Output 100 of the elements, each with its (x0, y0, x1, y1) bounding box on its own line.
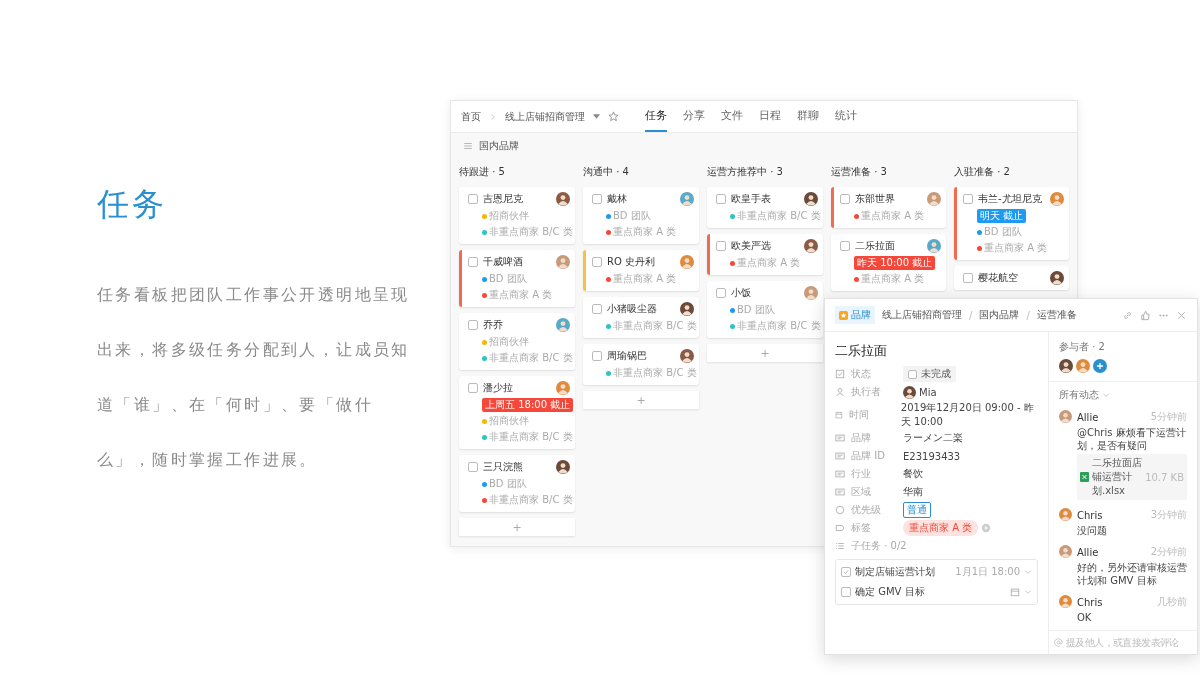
deadline-badge: 上周五 18:00 截止 (482, 398, 574, 412)
task-card[interactable]: 二乐拉面 昨天 10:00 截止 重点商家 A 类 (831, 234, 946, 291)
field-value: 餐饮 (903, 467, 923, 481)
column-title: 沟通中 · 4 (583, 165, 630, 179)
task-title: 小猪吸尘器 (607, 302, 658, 316)
add-participant-button[interactable] (1093, 359, 1107, 373)
card-icon (835, 451, 845, 461)
column-title: 待跟进 · 5 (459, 165, 506, 179)
task-title: 樱花航空 (978, 271, 1019, 285)
task-checkbox[interactable] (716, 194, 726, 204)
task-card[interactable]: 吉恩尼克 招商伙伴 非重点商家 B/C 类 (459, 187, 575, 244)
path-link[interactable]: 线上店铺招商管理 (882, 308, 962, 322)
subtask-checkbox[interactable] (841, 587, 851, 597)
tab[interactable]: 文件 (721, 101, 743, 132)
task-card[interactable]: 韦兰-尤坦尼克 明天 截止 BD 团队 重点商家 A 类 (954, 187, 1069, 260)
task-card[interactable]: 樱花航空 (954, 266, 1069, 290)
task-card[interactable]: RO 史丹利 重点商家 A 类 (583, 250, 699, 291)
avatar-icon (1059, 359, 1073, 373)
tab[interactable]: 日程 (759, 101, 781, 132)
task-checkbox[interactable] (592, 304, 602, 314)
avatar-icon (927, 192, 941, 206)
task-card[interactable]: 潘少拉 上周五 18:00 截止 招商伙伴 非重点商家 B/C 类 (459, 376, 575, 449)
task-card[interactable]: 戴林 BD 团队 重点商家 A 类 (583, 187, 699, 244)
task-tag: 招商伙伴 (482, 414, 529, 428)
task-card[interactable]: 欧美严选 重点商家 A 类 (707, 234, 823, 275)
task-checkbox[interactable] (716, 288, 726, 298)
task-tag: 重点商家 A 类 (977, 241, 1048, 255)
task-title: 东部世界 (855, 192, 896, 206)
field-label: 行业 (851, 467, 872, 481)
category-badge: 品牌 (835, 306, 875, 324)
task-checkbox[interactable] (592, 194, 602, 204)
tab[interactable]: 群聊 (797, 101, 819, 132)
avatar-icon (1059, 508, 1072, 521)
column-title: 运营准备 · 3 (831, 165, 888, 179)
tag-pill: 重点商家 A 类 (903, 520, 979, 536)
mention-icon (1054, 638, 1063, 647)
task-card[interactable]: 乔乔 招商伙伴 非重点商家 B/C 类 (459, 313, 575, 370)
task-card[interactable]: 三只浣熊 BD 团队 非重点商家 B/C 类 (459, 455, 575, 512)
task-checkbox[interactable] (468, 462, 478, 472)
task-card[interactable]: 东部世界 重点商家 A 类 (831, 187, 946, 228)
task-checkbox[interactable] (840, 194, 850, 204)
subtask-checkbox[interactable] (841, 567, 851, 577)
add-icon (981, 523, 992, 533)
task-checkbox[interactable] (468, 257, 478, 267)
avatar-icon (556, 318, 570, 332)
comment-text: @Chris 麻烦看下运营计划，是否有疑问 (1077, 426, 1187, 452)
task-title: 周瑜锅巴 (607, 349, 648, 363)
task-card[interactable]: 周瑜锅巴 非重点商家 B/C 类 (583, 344, 699, 385)
comment-text: 好的，另外还请审核运营计划和 GMV 目标 (1077, 561, 1187, 587)
chevron-right-icon (489, 112, 497, 121)
checkbox-icon (835, 369, 845, 379)
star-icon[interactable] (608, 111, 619, 122)
calendar-icon (835, 410, 843, 420)
field-label: 区域 (851, 485, 872, 499)
task-card[interactable]: 小饭 BD 团队 非重点商家 B/C 类 (707, 281, 823, 338)
task-title: 欧美严选 (731, 239, 772, 253)
circle-icon (835, 505, 845, 515)
task-checkbox[interactable] (963, 194, 973, 204)
comment-author: Allie (1077, 411, 1099, 423)
avatar-icon (903, 385, 916, 399)
avatar-icon (556, 192, 570, 206)
task-card[interactable]: 欧皇手表 非重点商家 B/C 类 (707, 187, 823, 228)
task-tag: 非重点商家 B/C 类 (606, 319, 697, 333)
card-icon (835, 469, 845, 479)
task-tag: 非重点商家 B/C 类 (606, 366, 697, 380)
task-checkbox[interactable] (468, 194, 478, 204)
link-icon (1122, 309, 1133, 321)
project-name[interactable]: 线上店铺招商管理 (505, 109, 585, 124)
tag-icon (835, 523, 845, 533)
task-checkbox[interactable] (716, 241, 726, 251)
chevron-down-icon (1024, 568, 1032, 576)
task-title: 千威啤酒 (483, 255, 524, 269)
task-tag: 招商伙伴 (482, 209, 529, 223)
chevron-down-icon (1024, 588, 1032, 596)
tab[interactable]: 分享 (683, 101, 705, 132)
user-icon (835, 387, 845, 397)
task-checkbox[interactable] (840, 241, 850, 251)
task-card[interactable]: 千威啤酒 BD 团队 重点商家 A 类 (459, 250, 575, 307)
comment-input[interactable]: 提及他人，或直接发表评论 (1063, 631, 1197, 654)
task-checkbox[interactable] (963, 273, 973, 283)
field-value: E23193433 (903, 450, 961, 462)
task-checkbox[interactable] (468, 320, 478, 330)
task-checkbox[interactable] (468, 383, 478, 393)
task-card[interactable]: 小猪吸尘器 非重点商家 B/C 类 (583, 297, 699, 338)
task-title: 韦兰-尤坦尼克 (978, 192, 1043, 206)
task-checkbox[interactable] (592, 257, 602, 267)
activity-filter[interactable]: 所有动态 (1059, 388, 1099, 402)
avatar-icon (1059, 595, 1072, 608)
tab[interactable]: 统计 (835, 101, 857, 132)
attachment[interactable]: 二乐拉面店铺运营计划.xlsx 10.7 KB (1077, 454, 1187, 500)
status-value[interactable]: 未完成 (903, 366, 956, 382)
file-size: 10.7 KB (1145, 471, 1184, 483)
column-title: 运营方推荐中 · 3 (707, 165, 784, 179)
path-link[interactable]: 运营准备 (1036, 308, 1077, 322)
avatar-icon (680, 349, 694, 363)
tab[interactable]: 任务 (645, 101, 667, 132)
path-link[interactable]: 国内品牌 (979, 308, 1020, 322)
caret-icon[interactable] (593, 114, 600, 119)
breadcrumb-link[interactable]: 首页 (461, 109, 481, 124)
task-checkbox[interactable] (592, 351, 602, 361)
